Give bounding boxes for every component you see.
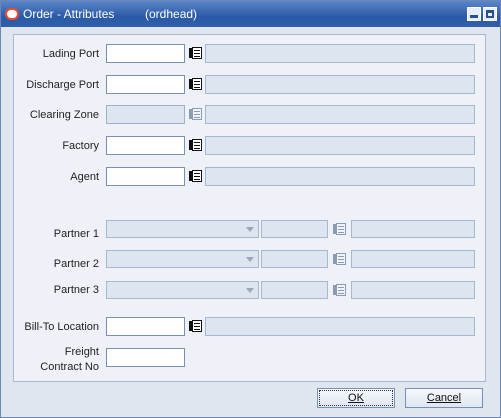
freight-contract-label-line2: Contract No bbox=[40, 361, 99, 373]
minimize-icon[interactable] bbox=[467, 7, 481, 21]
partner1-id-field bbox=[261, 220, 328, 238]
cancel-button-label: Cancel bbox=[426, 392, 462, 404]
chevron-down-icon bbox=[246, 288, 254, 293]
cancel-button[interactable]: Cancel bbox=[405, 388, 483, 408]
ok-button[interactable]: OK bbox=[317, 388, 395, 408]
order-attributes-window: Order - Attributes (ordhead) Lading Port… bbox=[0, 0, 501, 418]
chevron-down-icon bbox=[246, 227, 254, 232]
partner3-label: Partner 3 bbox=[53, 284, 99, 296]
lading-port-label: Lading Port bbox=[42, 48, 99, 60]
clearing-zone-label: Clearing Zone bbox=[29, 109, 99, 121]
agent-lov-icon[interactable] bbox=[188, 168, 204, 184]
factory-lov-icon[interactable] bbox=[188, 137, 204, 153]
lading-port-lov-icon[interactable] bbox=[188, 45, 204, 61]
partner2-type-select bbox=[106, 250, 259, 268]
partner3-type-select bbox=[106, 281, 259, 299]
maximize-icon[interactable] bbox=[483, 7, 497, 21]
title-bar: Order - Attributes (ordhead) bbox=[1, 1, 500, 27]
bill-to-location-input[interactable] bbox=[106, 317, 185, 336]
window-title: Order - Attributes bbox=[23, 7, 115, 21]
window-subtitle: (ordhead) bbox=[145, 7, 198, 21]
partner2-lov-icon bbox=[332, 251, 348, 267]
partner1-lov-icon bbox=[332, 221, 348, 237]
partner1-description bbox=[351, 220, 475, 238]
bill-to-location-label: Bill-To Location bbox=[24, 321, 99, 333]
clearing-zone-input bbox=[106, 105, 185, 124]
partner3-lov-icon bbox=[332, 282, 348, 298]
bill-to-location-description bbox=[205, 317, 475, 336]
partner1-label: Partner 1 bbox=[53, 228, 99, 240]
clearing-zone-lov-icon bbox=[188, 106, 204, 122]
bill-to-location-lov-icon[interactable] bbox=[188, 318, 204, 334]
partner1-type-select bbox=[106, 220, 259, 238]
oracle-logo-icon bbox=[5, 8, 19, 20]
partner3-id-field bbox=[261, 281, 328, 299]
freight-contract-label: Freight Contract No bbox=[1, 345, 99, 375]
lading-port-description bbox=[205, 44, 475, 63]
discharge-port-label: Discharge Port bbox=[26, 79, 99, 91]
chevron-down-icon bbox=[246, 257, 254, 262]
partner2-id-field bbox=[261, 250, 328, 268]
lading-port-input[interactable] bbox=[106, 44, 185, 63]
partner2-label: Partner 2 bbox=[53, 258, 99, 270]
ok-button-label: OK bbox=[348, 392, 364, 404]
factory-description bbox=[205, 136, 475, 155]
agent-input[interactable] bbox=[106, 167, 185, 186]
agent-description bbox=[205, 167, 475, 186]
partner3-description bbox=[351, 281, 475, 299]
discharge-port-description bbox=[205, 75, 475, 94]
discharge-port-lov-icon[interactable] bbox=[188, 76, 204, 92]
clearing-zone-description bbox=[205, 105, 475, 124]
factory-input[interactable] bbox=[106, 136, 185, 155]
freight-contract-no-input[interactable] bbox=[106, 348, 185, 367]
freight-contract-label-line1: Freight bbox=[64, 346, 99, 358]
partner2-description bbox=[351, 250, 475, 268]
agent-label: Agent bbox=[70, 171, 99, 183]
factory-label: Factory bbox=[62, 140, 99, 152]
discharge-port-input[interactable] bbox=[106, 75, 185, 94]
